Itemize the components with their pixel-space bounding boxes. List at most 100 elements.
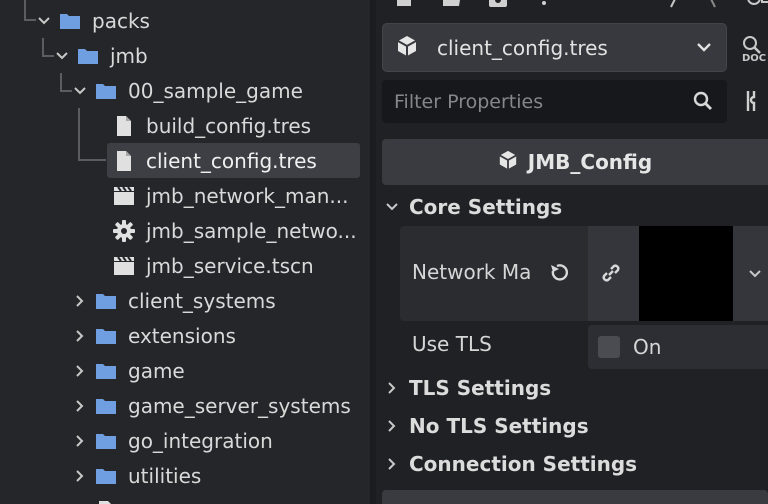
resource-section-header (382, 490, 768, 504)
folder-icon (95, 290, 117, 312)
network-manager-value[interactable] (588, 226, 768, 321)
property-use-tls: Use TLS On (400, 322, 768, 369)
file-icon (113, 150, 135, 172)
folder-icon (77, 45, 99, 67)
tree-item-go-integration[interactable]: go_integration (0, 423, 370, 458)
chevron-right-icon (384, 380, 400, 396)
section-label: Core Settings (409, 195, 563, 219)
section-label: No TLS Settings (409, 414, 589, 438)
tree-item-label: packs (92, 8, 150, 33)
file-icon (113, 115, 135, 137)
tree-item-client-config[interactable]: client_config.tres (0, 143, 370, 178)
folder-icon (95, 465, 117, 487)
filesystem-tree: packs jmb 00_sample_game build_config.tr… (0, 0, 370, 504)
chevron-right-icon[interactable] (72, 433, 88, 449)
class-name: JMB_Config (527, 150, 653, 174)
folder-icon (95, 325, 117, 347)
folder-icon (95, 395, 117, 417)
tree-item-label: extensions (128, 323, 236, 348)
scene-icon (113, 185, 135, 207)
tree-item-partial[interactable] (0, 493, 370, 504)
filter-properties-input[interactable] (382, 80, 682, 123)
property-label: Use TLS (412, 332, 492, 356)
chevron-right-icon[interactable] (72, 293, 88, 309)
checkbox-label: On (633, 335, 662, 359)
chevron-down-icon (384, 199, 400, 215)
inspector-panel: client_config.tres DOC JMB_Config Core S… (376, 0, 768, 504)
tree-item-build-config[interactable]: build_config.tres (0, 108, 370, 143)
chevron-down-icon (696, 39, 712, 59)
chevron-down-icon[interactable] (54, 48, 70, 64)
search-icon (693, 91, 713, 115)
class-cube-icon (498, 150, 518, 174)
tree-item-label: jmb_sample_netwo... (146, 218, 357, 243)
tree-item-label: client_config.tres (146, 148, 317, 173)
chevron-right-icon[interactable] (72, 328, 88, 344)
tree-item-client-systems[interactable]: client_systems (0, 283, 370, 318)
load-resource-icon[interactable] (440, 0, 462, 14)
class-header: JMB_Config (382, 139, 768, 185)
resource-cube-icon (396, 35, 418, 61)
more-options-icon[interactable] (539, 0, 549, 14)
property-label: Network Ma (412, 260, 532, 284)
section-connection-settings[interactable]: Connection Settings (384, 448, 637, 480)
chevron-down-icon[interactable] (748, 266, 762, 285)
tree-item-label: 00_sample_game (128, 78, 303, 103)
chevron-right-icon[interactable] (72, 468, 88, 484)
svg-text:DOC: DOC (742, 53, 766, 63)
file-icon (95, 500, 117, 504)
object-history-icon[interactable] (743, 0, 768, 14)
chevron-right-icon (384, 418, 400, 434)
section-core-settings[interactable]: Core Settings (384, 191, 562, 223)
tree-item-label: client_systems (128, 288, 276, 313)
section-tls-settings[interactable]: TLS Settings (384, 372, 551, 404)
tree-item-label: jmb (110, 43, 148, 68)
folder-icon (95, 360, 117, 382)
tree-item-label: go_integration (128, 428, 273, 453)
section-label: TLS Settings (409, 376, 552, 400)
tree-item-label: game_server_systems (128, 393, 351, 418)
history-back-icon[interactable] (666, 0, 680, 14)
tree-item-label: utilities (128, 463, 202, 488)
tree-item-extensions[interactable]: extensions (0, 318, 370, 353)
folder-icon (95, 80, 117, 102)
property-network-manager: Network Ma (400, 226, 768, 321)
resource-selector[interactable]: client_config.tres (382, 23, 727, 72)
tree-item-packs[interactable]: packs (0, 3, 370, 38)
use-tls-checkbox-field[interactable]: On (588, 325, 768, 369)
resource-name: client_config.tres (437, 35, 608, 60)
tree-item-label: game (128, 358, 185, 383)
open-documentation-icon[interactable]: DOC (740, 35, 768, 67)
gear-icon (113, 219, 135, 242)
tree-item-jmb[interactable]: jmb (0, 38, 370, 73)
tree-item-label: jmb_network_man... (146, 183, 349, 208)
tree-item-game-server-systems[interactable]: game_server_systems (0, 388, 370, 423)
chevron-down-icon[interactable] (72, 83, 88, 99)
folder-icon (59, 10, 81, 32)
tree-item-jmb-service[interactable]: jmb_service.tscn (0, 248, 370, 283)
tools-icon[interactable] (744, 90, 766, 116)
tree-item-label: jmb_service.tscn (146, 253, 314, 278)
resource-preview-thumbnail (639, 226, 733, 321)
use-tls-checkbox[interactable] (598, 336, 620, 358)
revert-icon[interactable] (548, 262, 570, 288)
chevron-right-icon (384, 456, 400, 472)
tree-item-00-sample-game[interactable]: 00_sample_game (0, 73, 370, 108)
chevron-right-icon[interactable] (72, 398, 88, 414)
tree-item-jmb-sample-network[interactable]: jmb_sample_netwo... (0, 213, 370, 248)
section-no-tls-settings[interactable]: No TLS Settings (384, 410, 589, 442)
scene-icon (113, 255, 135, 277)
chevron-down-icon[interactable] (36, 13, 52, 29)
history-forward-icon[interactable] (706, 0, 720, 14)
section-label: Connection Settings (409, 452, 638, 476)
tree-item-jmb-network-manager[interactable]: jmb_network_man... (0, 178, 370, 213)
new-resource-icon[interactable] (394, 0, 414, 14)
chevron-right-icon[interactable] (72, 363, 88, 379)
folder-icon (95, 430, 117, 452)
link-icon[interactable] (600, 262, 622, 288)
tree-item-label: build_config.tres (146, 113, 312, 138)
save-resource-icon[interactable] (487, 0, 509, 14)
filter-properties-field (382, 80, 727, 123)
tree-item-utilities[interactable]: utilities (0, 458, 370, 493)
tree-item-game[interactable]: game (0, 353, 370, 388)
